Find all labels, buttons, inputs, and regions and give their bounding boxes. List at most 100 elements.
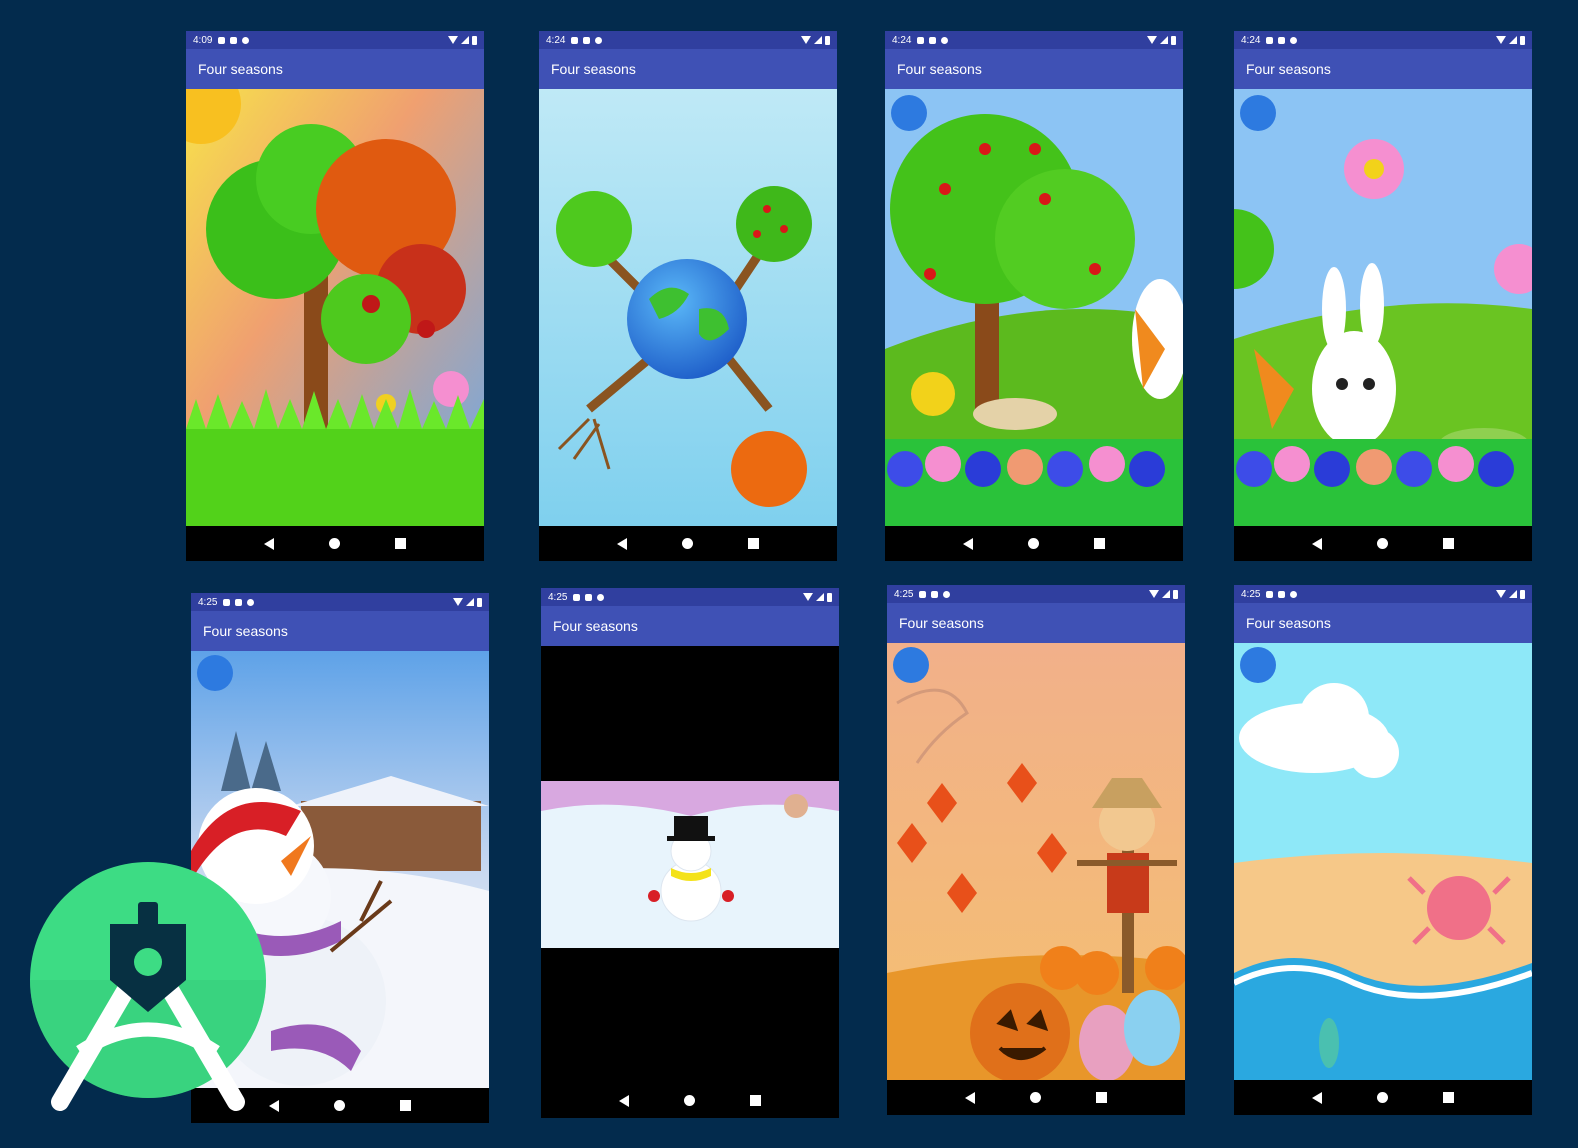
status-bar: 4:25 xyxy=(191,593,489,611)
sim-icon xyxy=(230,36,238,44)
battery-icon xyxy=(827,592,832,602)
sim-icon xyxy=(1278,590,1286,598)
butterfly-icon xyxy=(433,371,469,407)
nav-bar xyxy=(1234,1080,1532,1115)
status-time: 4:25 xyxy=(198,596,218,608)
home-icon[interactable] xyxy=(1376,538,1388,549)
signal-icon xyxy=(1509,36,1517,44)
status-time: 4:25 xyxy=(894,588,914,600)
signal-icon xyxy=(814,36,822,44)
recents-icon[interactable] xyxy=(400,1100,412,1111)
scene-season-tree[interactable] xyxy=(186,89,484,526)
back-icon[interactable] xyxy=(268,1099,279,1112)
sync-icon xyxy=(941,36,949,44)
shield-icon xyxy=(917,36,925,44)
battery-icon xyxy=(825,35,830,45)
scene-spring-bunny[interactable] xyxy=(1234,89,1532,526)
recents-icon[interactable] xyxy=(395,538,407,549)
wifi-icon xyxy=(803,593,813,601)
app-title: Four seasons xyxy=(899,615,984,631)
status-time: 4:25 xyxy=(548,591,568,603)
status-bar: 4:24 xyxy=(1234,31,1532,49)
bee-icon xyxy=(911,372,955,416)
globe-icon xyxy=(1240,647,1276,683)
sync-icon xyxy=(242,36,250,44)
app-bar: Four seasons xyxy=(539,49,837,89)
nav-bar xyxy=(539,526,837,561)
wifi-icon xyxy=(448,36,458,44)
bunny-icon xyxy=(1312,331,1396,447)
earth-icon xyxy=(627,259,747,379)
back-icon[interactable] xyxy=(263,537,274,550)
back-icon[interactable] xyxy=(962,537,973,550)
phone-screen-7: 4:25 Four seasons xyxy=(887,585,1185,1115)
back-icon[interactable] xyxy=(618,1094,629,1107)
app-bar: Four seasons xyxy=(186,49,484,89)
home-icon[interactable] xyxy=(333,1100,345,1111)
back-icon[interactable] xyxy=(1311,537,1322,550)
sim-icon xyxy=(1278,36,1286,44)
crab-icon xyxy=(1427,876,1491,940)
home-icon[interactable] xyxy=(681,538,693,549)
phone-screen-2: 4:24 Four seasons xyxy=(539,31,837,561)
status-time: 4:09 xyxy=(193,34,213,46)
phone-screen-8: 4:25 Four seasons xyxy=(1234,585,1532,1115)
scene-summer-beach[interactable] xyxy=(1234,643,1532,1080)
sync-icon xyxy=(597,593,605,601)
globe-icon xyxy=(893,647,929,683)
signal-icon xyxy=(1509,590,1517,598)
signal-icon xyxy=(466,598,474,606)
sync-icon xyxy=(943,590,951,598)
status-time: 4:24 xyxy=(1241,34,1261,46)
recents-icon[interactable] xyxy=(750,1095,762,1106)
nav-bar xyxy=(186,526,484,561)
sim-icon xyxy=(931,590,939,598)
app-title: Four seasons xyxy=(1246,615,1331,631)
nav-bar xyxy=(1234,526,1532,561)
recents-icon[interactable] xyxy=(1094,538,1106,549)
recents-icon[interactable] xyxy=(1443,1092,1455,1103)
shield-icon xyxy=(223,598,231,606)
scene-spring-tree[interactable] xyxy=(885,89,1183,526)
battery-icon xyxy=(1520,589,1525,599)
home-icon[interactable] xyxy=(1376,1092,1388,1103)
sim-icon xyxy=(585,593,593,601)
shield-icon xyxy=(571,36,579,44)
scene-globe-menu[interactable] xyxy=(539,89,837,526)
phone-screen-3: 4:24 Four seasons xyxy=(885,31,1183,561)
sync-icon xyxy=(595,36,603,44)
scene-video-snowman[interactable] xyxy=(541,646,839,1083)
shield-icon xyxy=(573,593,581,601)
home-icon[interactable] xyxy=(328,538,340,549)
app-bar: Four seasons xyxy=(887,603,1185,643)
wifi-icon xyxy=(1149,590,1159,598)
wifi-icon xyxy=(1496,590,1506,598)
sim-icon xyxy=(235,598,243,606)
home-icon[interactable] xyxy=(1029,1092,1041,1103)
sim-icon xyxy=(929,36,937,44)
status-bar: 4:25 xyxy=(1234,585,1532,603)
recents-icon[interactable] xyxy=(1443,538,1455,549)
recents-icon[interactable] xyxy=(748,538,760,549)
recents-icon[interactable] xyxy=(1096,1092,1108,1103)
battery-icon xyxy=(472,35,477,45)
globe-icon xyxy=(197,655,233,691)
home-icon[interactable] xyxy=(1027,538,1039,549)
globe-icon xyxy=(1240,95,1276,131)
signal-icon xyxy=(816,593,824,601)
wifi-icon xyxy=(453,598,463,606)
sync-icon xyxy=(247,598,255,606)
back-icon[interactable] xyxy=(616,537,627,550)
status-time: 4:24 xyxy=(892,34,912,46)
back-icon[interactable] xyxy=(1311,1091,1322,1104)
wifi-icon xyxy=(1147,36,1157,44)
home-icon[interactable] xyxy=(683,1095,695,1106)
status-bar: 4:09 xyxy=(186,31,484,49)
status-time: 4:24 xyxy=(546,34,566,46)
battery-icon xyxy=(1171,35,1176,45)
app-bar: Four seasons xyxy=(885,49,1183,89)
seahorse-icon xyxy=(1319,1018,1339,1068)
back-icon[interactable] xyxy=(964,1091,975,1104)
sync-icon xyxy=(1290,36,1298,44)
scene-autumn-scarecrow[interactable] xyxy=(887,643,1185,1080)
